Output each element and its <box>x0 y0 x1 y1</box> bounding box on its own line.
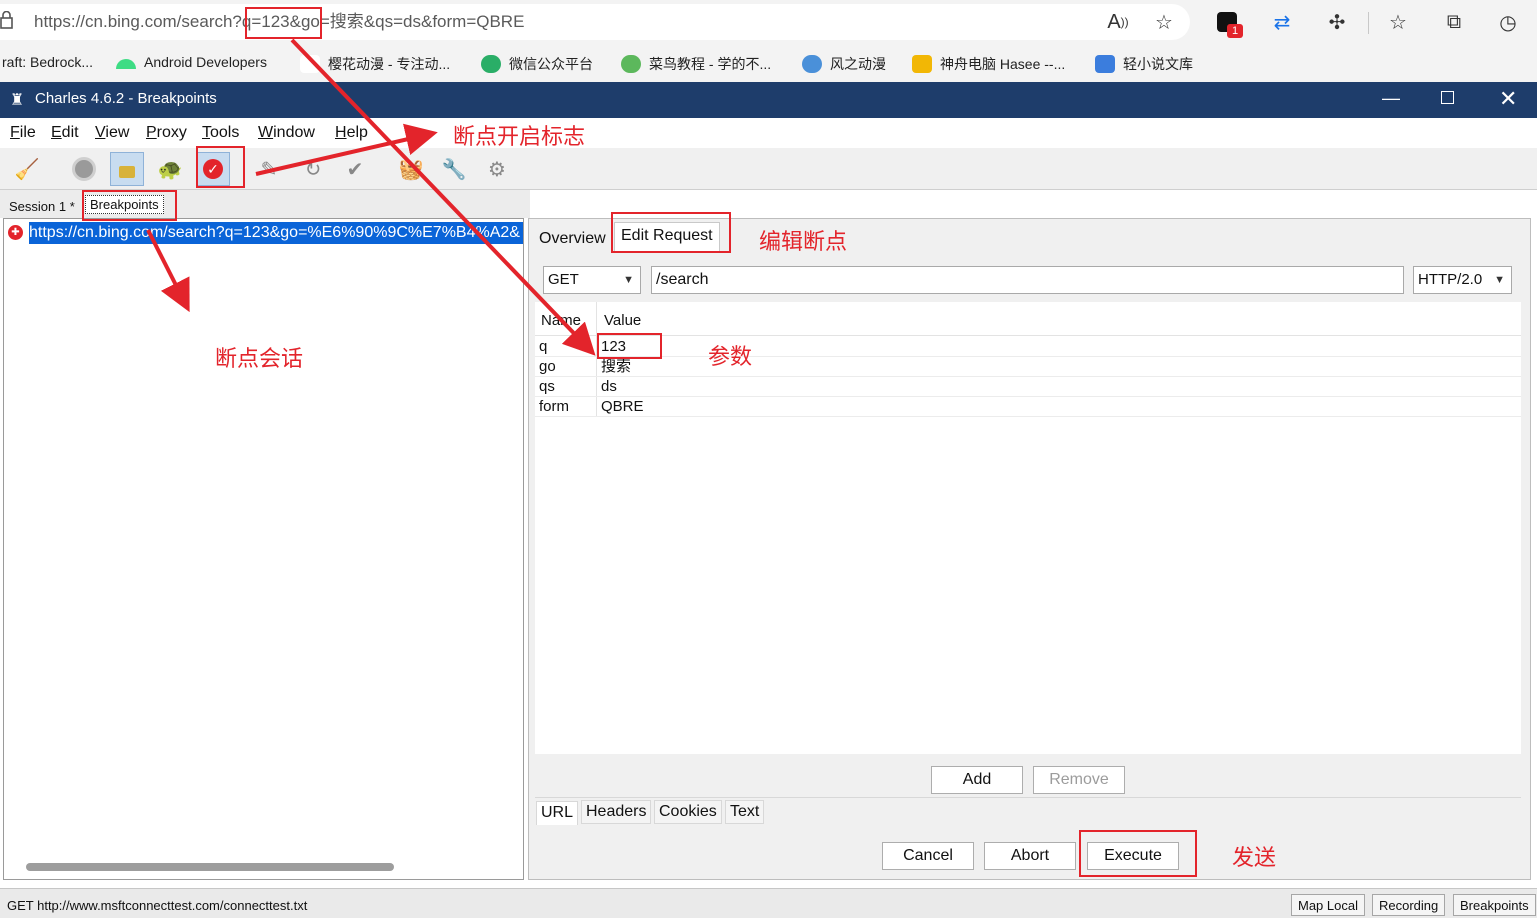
minimize-icon[interactable]: — <box>1382 88 1400 109</box>
throttle-turtle-icon[interactable]: 🐢 <box>153 152 187 186</box>
sessions-tree <box>3 218 524 880</box>
bookmarks-bar: raft: Bedrock... Android Developers 樱花动漫… <box>0 44 1537 82</box>
annotation-box-execute <box>1079 830 1197 877</box>
session-tabs: Session 1 * Breakpoints <box>0 190 530 218</box>
table-row[interactable]: q 123 <box>535 337 1521 357</box>
menu-window[interactable]: Window <box>258 124 315 142</box>
favorites-icon[interactable]: ☆ <box>1384 8 1412 36</box>
table-row[interactable]: qs ds <box>535 377 1521 397</box>
badge-count: 1 <box>1227 24 1243 38</box>
collections-icon[interactable]: ⧉ <box>1440 8 1468 36</box>
annotation-send: 发送 <box>1232 846 1277 871</box>
bookmark-item[interactable]: 菜鸟教程 - 学的不... <box>621 54 771 74</box>
cancel-button[interactable]: Cancel <box>882 842 974 870</box>
method-select[interactable]: GET ▼ <box>543 266 641 294</box>
path-input[interactable]: /search <box>651 266 1404 294</box>
record-icon[interactable] <box>67 152 101 186</box>
history-icon[interactable]: ◷ <box>1494 8 1522 36</box>
tools-icon[interactable]: 🔧 <box>437 152 471 186</box>
tab-headers[interactable]: Headers <box>581 800 652 824</box>
params-header: Name Value <box>535 302 1521 336</box>
annotation-box-query <box>245 7 322 39</box>
lock-icon[interactable] <box>0 11 14 29</box>
validate-check-icon[interactable]: ✔ <box>338 152 372 186</box>
compose-pen-icon[interactable]: ✎ <box>252 152 286 186</box>
runoob-icon <box>621 55 641 73</box>
recording-button[interactable]: Recording <box>1372 894 1446 916</box>
tab-url[interactable]: URL <box>536 801 579 825</box>
menu-proxy[interactable]: Proxy <box>146 124 187 142</box>
maximize-icon[interactable] <box>1441 91 1454 104</box>
repeat-icon[interactable]: ↻ <box>296 152 330 186</box>
column-value[interactable]: Value <box>604 312 641 329</box>
annotation-param: 参数 <box>708 345 753 370</box>
annotation-box-breakpoints-tab <box>82 190 177 221</box>
breakpoint-marker-icon: ✚ <box>8 225 23 240</box>
menu-file[interactable]: File <box>10 124 36 142</box>
tab-session-1[interactable]: Session 1 * <box>9 199 75 214</box>
bookmark-item[interactable]: raft: Bedrock... <box>2 54 93 70</box>
fengzhi-icon <box>802 55 822 73</box>
bookmark-item[interactable]: 风之动漫 <box>802 54 886 74</box>
tab-overview[interactable]: Overview <box>539 230 606 248</box>
abort-button[interactable]: Abort <box>984 842 1076 870</box>
column-name[interactable]: Name <box>541 312 581 329</box>
close-icon[interactable]: ✕ <box>1499 86 1517 112</box>
sync-icon[interactable]: ⇄ <box>1268 8 1296 36</box>
annotation-edit-breakpoint: 编辑断点 <box>759 230 848 255</box>
wenku-icon <box>1095 55 1115 73</box>
bookmark-item[interactable]: 樱花动漫 - 专注动... <box>300 54 450 74</box>
status-text: GET http://www.msftconnecttest.com/conne… <box>7 898 308 913</box>
annotation-breakpoint-session: 断点会话 <box>215 347 304 372</box>
ssl-lock-icon[interactable] <box>110 152 144 186</box>
annotation-box-param-value <box>597 333 662 359</box>
protocol-select[interactable]: HTTP/2.0 ▼ <box>1413 266 1512 294</box>
extensions-icon[interactable]: ✣ <box>1323 8 1351 36</box>
charles-logo-icon: ♜ <box>10 92 25 109</box>
menu-edit[interactable]: Edit <box>51 124 79 142</box>
favorite-add-icon[interactable]: ☆ <box>1150 8 1178 36</box>
tab-text[interactable]: Text <box>725 800 765 824</box>
table-row[interactable]: go 搜索 <box>535 357 1521 377</box>
map-local-button[interactable]: Map Local <box>1291 894 1365 916</box>
bookmark-item[interactable]: 轻小说文库 <box>1095 54 1193 74</box>
broom-icon[interactable]: 🧹 <box>10 152 44 186</box>
menu-help[interactable]: Help <box>335 124 368 142</box>
menu-view[interactable]: View <box>95 124 129 142</box>
chevron-down-icon: ▼ <box>623 274 634 286</box>
breakpoints-status-button[interactable]: Breakpoints <box>1453 894 1536 916</box>
shopping-basket-icon[interactable]: 🧺 <box>394 152 428 186</box>
window-title: Charles 4.6.2 - Breakpoints <box>35 90 217 107</box>
bookmark-item[interactable]: 微信公众平台 <box>481 54 593 74</box>
menu-bar: File Edit View Proxy Tools Window Help <box>0 118 1537 148</box>
bookmark-item[interactable]: 神舟电脑 Hasee --... <box>912 54 1065 74</box>
horizontal-scrollbar[interactable] <box>26 863 394 871</box>
tab-cookies[interactable]: Cookies <box>654 800 722 824</box>
annotation-breakpoint-flag: 断点开启标志 <box>453 125 586 150</box>
annotation-box-edit-request <box>611 212 731 253</box>
remove-button[interactable]: Remove <box>1033 766 1125 794</box>
hasee-icon <box>912 55 932 73</box>
bookmark-icon <box>300 55 320 73</box>
table-row[interactable]: form QBRE <box>535 397 1521 417</box>
toolbar-divider <box>1368 12 1369 34</box>
chevron-down-icon: ▼ <box>1494 274 1505 286</box>
address-bar[interactable]: https://cn.bing.com/search?q=123&go=搜索&q… <box>0 4 1190 40</box>
android-icon <box>116 59 136 69</box>
title-bar: ♜ Charles 4.6.2 - Breakpoints — ✕ <box>0 82 1537 118</box>
bookmark-item[interactable]: Android Developers <box>116 54 267 70</box>
menu-tools[interactable]: Tools <box>202 124 239 142</box>
settings-gear-icon[interactable]: ⚙ <box>480 152 514 186</box>
annotation-box-breakpoint-icon <box>196 146 245 188</box>
tree-item-url[interactable]: https://cn.bing.com/search?q=123&go=%E6%… <box>29 222 523 244</box>
read-aloud-icon[interactable]: A)) <box>1104 8 1132 36</box>
wechat-icon <box>481 55 501 73</box>
add-button[interactable]: Add <box>931 766 1023 794</box>
extension-badge-icon[interactable]: 1 <box>1213 8 1243 38</box>
